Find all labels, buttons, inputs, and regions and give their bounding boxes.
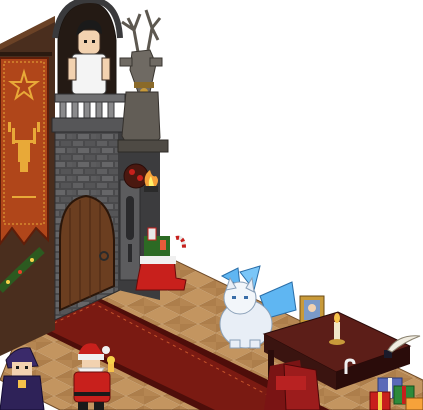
game-scene <box>0 0 423 410</box>
room-canvas <box>0 0 423 410</box>
hanging-banner-stag[interactable] <box>0 52 52 246</box>
stag-statue[interactable] <box>117 9 169 153</box>
